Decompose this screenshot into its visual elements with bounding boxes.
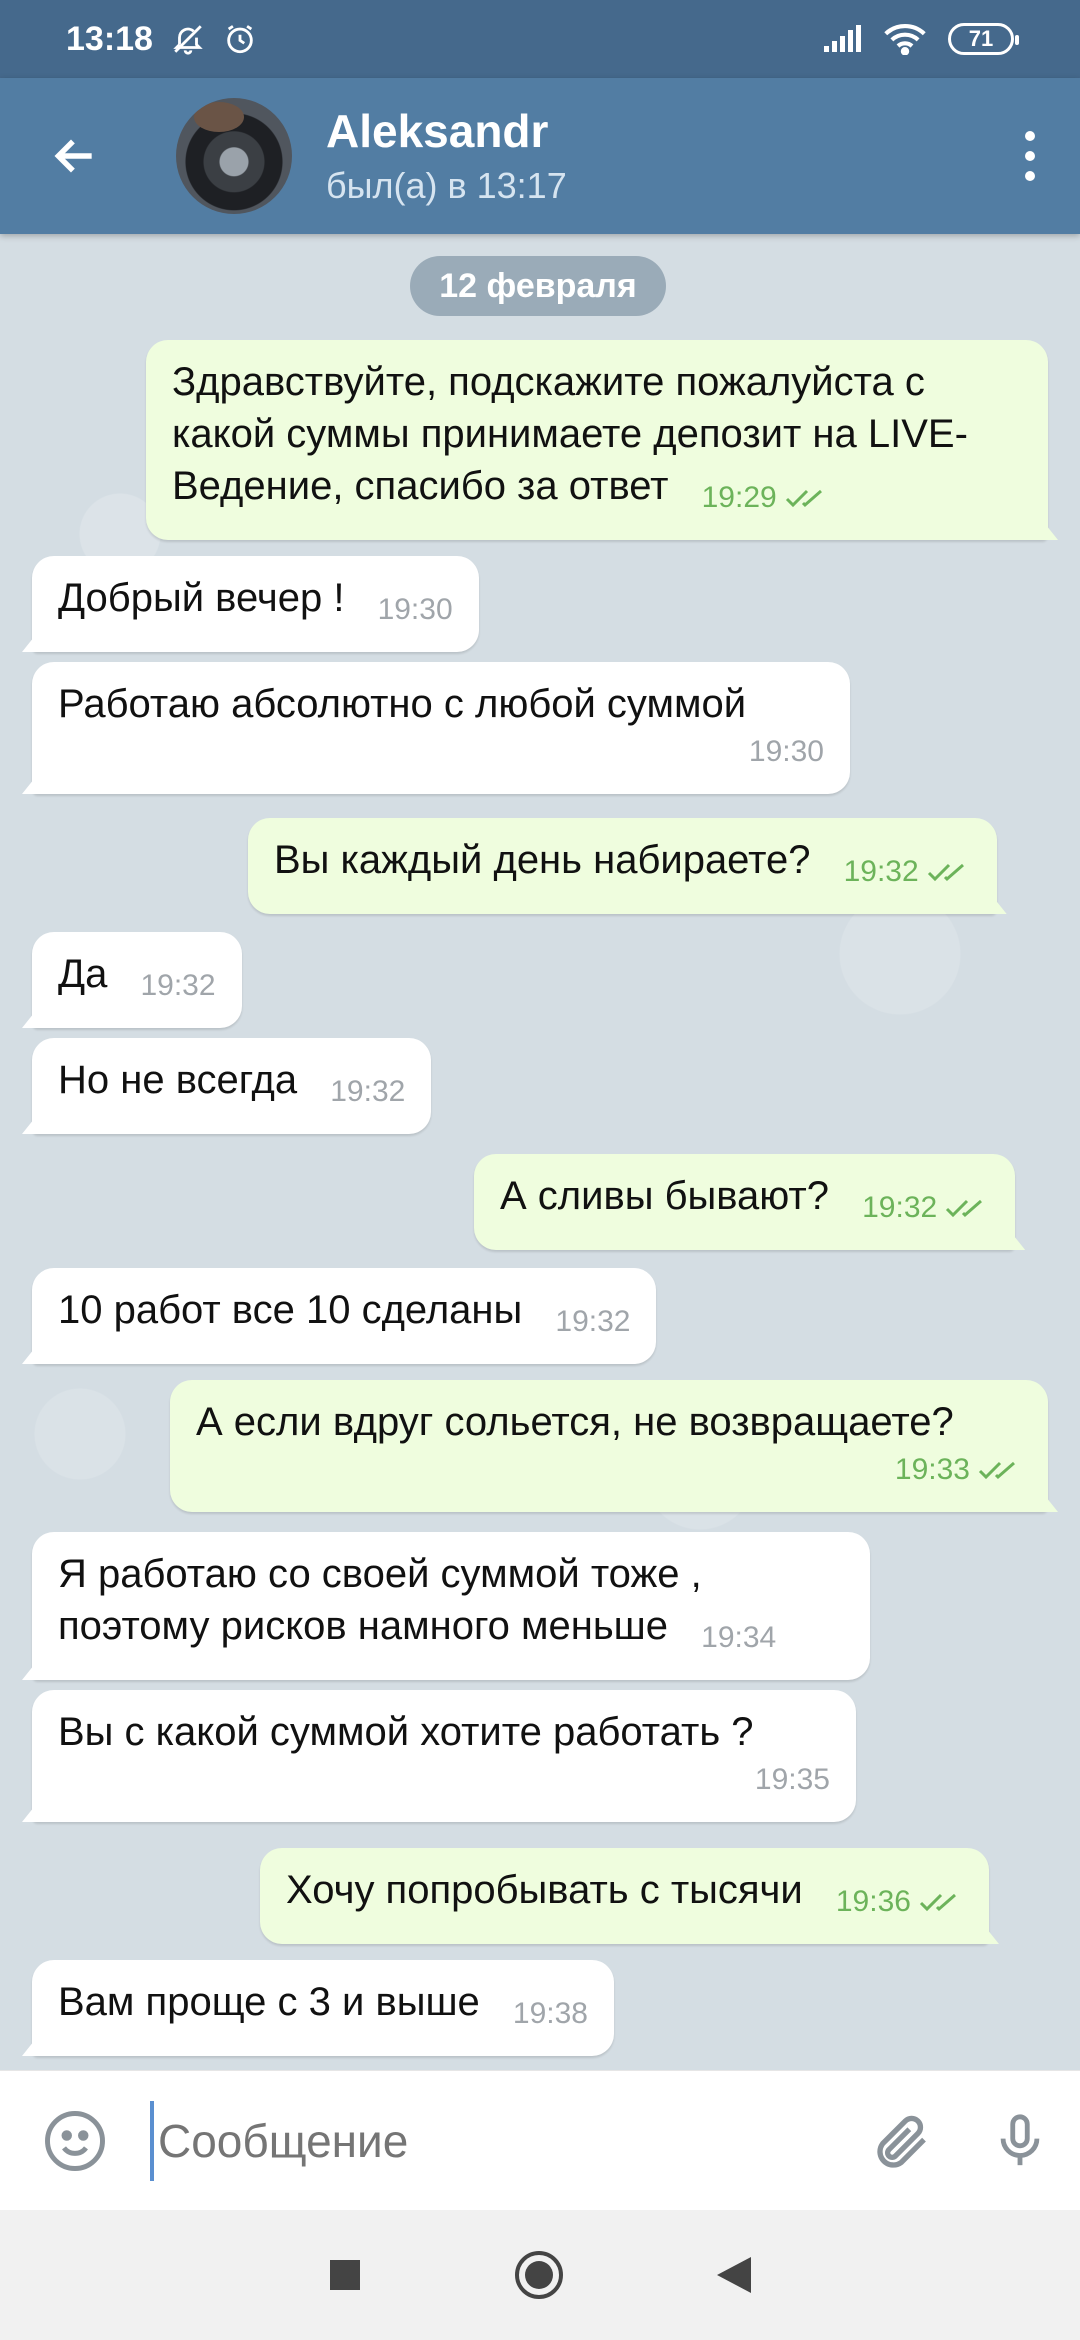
outgoing-message[interactable]: Вы каждый день набираете? 19:32 <box>248 818 1007 914</box>
composer-bar <box>0 2070 1080 2210</box>
message-time: 19:32 <box>862 1191 938 1224</box>
more-vertical-icon-dot <box>1025 151 1035 161</box>
message-time: 19:30 <box>377 593 453 626</box>
bubble-tail <box>22 2036 38 2056</box>
incoming-message[interactable]: Вам проще с 3 и выше 19:38 <box>22 1960 614 2056</box>
system-nav-bar <box>0 2210 1080 2340</box>
message-meta: 19:32 <box>844 846 971 898</box>
message-text: Здравствуйте, подскажите пожалуйста с ка… <box>172 360 968 508</box>
bubble-tail <box>22 1344 38 1364</box>
message-time: 19:32 <box>330 1075 406 1108</box>
date-separator: 12 февраля <box>410 256 666 316</box>
recents-square-icon[interactable] <box>327 2257 363 2293</box>
bubble-tail <box>22 1660 38 1680</box>
emoji-button[interactable] <box>0 2108 150 2174</box>
more-menu-button[interactable] <box>980 78 1080 234</box>
message-time: 19:35 <box>754 1763 830 1796</box>
outgoing-message[interactable]: А если вдруг сольется, не возвращаете? 1… <box>170 1380 1058 1512</box>
bubble-tail <box>22 1802 38 1822</box>
attach-button[interactable] <box>840 2109 960 2173</box>
last-seen-status: был(а) в 13:17 <box>326 165 567 206</box>
voice-record-button[interactable] <box>960 2108 1080 2174</box>
chat-title: Aleksandr <box>326 105 549 157</box>
double-check-icon <box>946 1199 983 1218</box>
incoming-message[interactable]: Вы с какой суммой хотите работать ? 19:3… <box>22 1690 856 1822</box>
message-time: 19:32 <box>843 855 919 888</box>
outgoing-message[interactable]: Здравствуйте, подскажите пожалуйста с ка… <box>146 340 1058 540</box>
message-time: 19:38 <box>512 1997 588 2030</box>
bubble-tail <box>1042 1492 1058 1512</box>
avatar[interactable] <box>176 98 292 214</box>
bubble-tail <box>1042 520 1058 540</box>
message-text: Я работаю со своей суммой тоже , поэтому… <box>58 1552 702 1648</box>
paperclip-icon <box>877 2115 926 2168</box>
arrow-left-icon <box>54 139 92 173</box>
message-text: 10 работ все 10 сделаны <box>58 1288 523 1332</box>
message-time: 19:32 <box>555 1305 631 1338</box>
message-input[interactable] <box>150 2100 840 2181</box>
back-button[interactable] <box>0 78 150 234</box>
message-time: 19:33 <box>894 1453 970 1486</box>
double-check-icon <box>978 1461 1015 1480</box>
bubble-tail <box>22 1008 38 1028</box>
message-time: 19:32 <box>140 969 216 1002</box>
message-time: 19:30 <box>748 735 824 768</box>
bubble-tail <box>22 632 38 652</box>
message-text: Добрый вечер ! <box>58 576 345 620</box>
bubble-tail <box>22 774 38 794</box>
message-meta: 19:33 <box>196 1444 1022 1496</box>
incoming-message[interactable]: Да 19:32 <box>22 932 242 1028</box>
message-text: Но не всегда <box>58 1058 298 1102</box>
home-circle-icon[interactable] <box>513 2249 565 2301</box>
message-text: Работаю абсолютно с любой суммой <box>58 682 747 726</box>
bubble-tail <box>1009 1230 1026 1250</box>
message-time: 19:29 <box>701 481 777 514</box>
incoming-message[interactable]: 10 работ все 10 сделаны 19:32 <box>22 1268 657 1364</box>
double-check-icon <box>927 863 964 882</box>
message-text: Хочу попробывать с тысячи <box>286 1868 803 1912</box>
message-meta: 19:32 <box>862 1182 989 1234</box>
back-triangle-icon[interactable] <box>715 2255 753 2295</box>
outgoing-message[interactable]: А сливы бывают? 19:32 <box>474 1154 1026 1250</box>
chat-title-block[interactable]: Aleksandr был(а) в 13:17 <box>326 103 980 209</box>
double-check-icon <box>785 489 822 508</box>
incoming-message[interactable]: Я работаю со своей суммой тоже , поэтому… <box>22 1532 870 1680</box>
status-bar: 13:18 71 <box>0 0 1080 78</box>
signal-icon <box>824 25 861 52</box>
incoming-message[interactable]: Но не всегда 19:32 <box>22 1038 432 1134</box>
wifi-icon <box>884 23 926 55</box>
message-text: А сливы бывают? <box>500 1174 829 1218</box>
smile-icon <box>45 2110 105 2171</box>
battery-level: 71 <box>968 26 994 51</box>
microphone-icon <box>1000 2113 1040 2165</box>
bubble-tail <box>22 1114 38 1134</box>
message-list[interactable]: 12 февраля Здравствуйте, подскажите пожа… <box>0 234 1080 2070</box>
message-text: Да <box>58 952 108 996</box>
more-vertical-icon <box>1025 131 1035 141</box>
battery-icon: 71 <box>948 23 1019 55</box>
message-text: Вам проще с 3 и выше <box>58 1980 480 2024</box>
alarm-icon <box>227 25 253 54</box>
message-text: Вы каждый день набираете? <box>274 838 811 882</box>
message-meta: 19:29 <box>702 472 829 524</box>
message-meta: 19:36 <box>836 1876 963 1928</box>
bell-muted-icon <box>173 25 203 55</box>
outgoing-message[interactable]: Хочу попробывать с тысячи 19:36 <box>260 1848 999 1944</box>
chat-header: Aleksandr был(а) в 13:17 <box>0 78 1080 234</box>
message-time: 19:34 <box>701 1621 777 1654</box>
clock: 13:18 <box>66 19 153 58</box>
message-time: 19:36 <box>835 1885 911 1918</box>
bubble-tail <box>990 894 1007 914</box>
more-vertical-icon-dot <box>1025 171 1035 181</box>
incoming-message[interactable]: Добрый вечер ! 19:30 <box>22 556 479 652</box>
incoming-message[interactable]: Работаю абсолютно с любой суммой 19:30 <box>22 662 850 794</box>
double-check-icon <box>919 1893 956 1912</box>
bubble-tail <box>982 1924 999 1944</box>
message-text: А если вдруг сольется, не возвращаете? <box>196 1400 954 1444</box>
message-text: Вы с какой суммой хотите работать ? <box>58 1710 754 1754</box>
